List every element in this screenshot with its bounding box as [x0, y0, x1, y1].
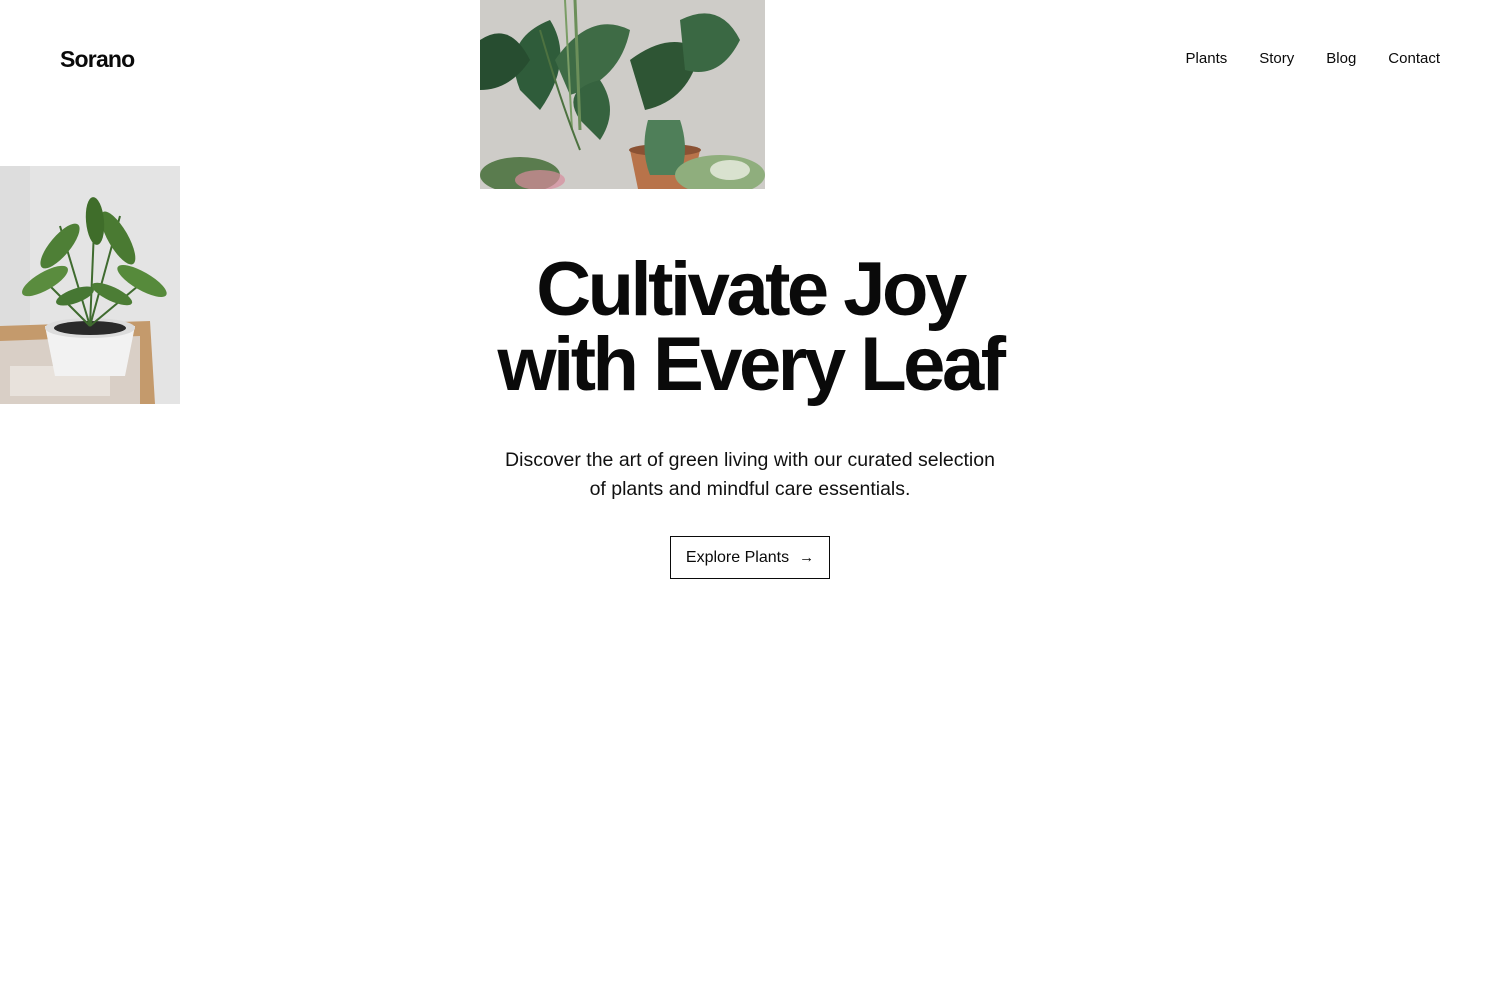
hero-title: Cultivate Joy with Every Leaf	[350, 247, 1150, 407]
hero-title-line-2: with Every Leaf	[497, 322, 1006, 407]
hero-subtitle: Discover the art of green living with ou…	[450, 446, 1050, 504]
hero-subtitle-line-1: Discover the art of green living with ou…	[505, 449, 995, 471]
hero-subtitle-line-2: of plants and mindful care essentials.	[589, 478, 911, 500]
main-nav: Plants Story Blog Contact	[1186, 48, 1440, 70]
palm-in-pot-photo	[0, 166, 180, 404]
explore-plants-button[interactable]: Explore Plants →	[670, 536, 830, 579]
arrow-right-icon: →	[799, 549, 815, 566]
nav-link-blog[interactable]: Blog	[1326, 48, 1356, 70]
landing-page: Sorano Plants Story Blog Contact Cultiva…	[0, 0, 1500, 1000]
nav-link-plants[interactable]: Plants	[1186, 48, 1228, 70]
potted-plants-photo	[480, 0, 765, 189]
nav-link-contact[interactable]: Contact	[1388, 48, 1440, 70]
brand-logo[interactable]: Sorano	[60, 44, 135, 74]
nav-link-story[interactable]: Story	[1259, 48, 1294, 70]
explore-plants-label: Explore Plants	[685, 548, 790, 566]
hero-title-line-1: Cultivate Joy	[536, 247, 967, 332]
